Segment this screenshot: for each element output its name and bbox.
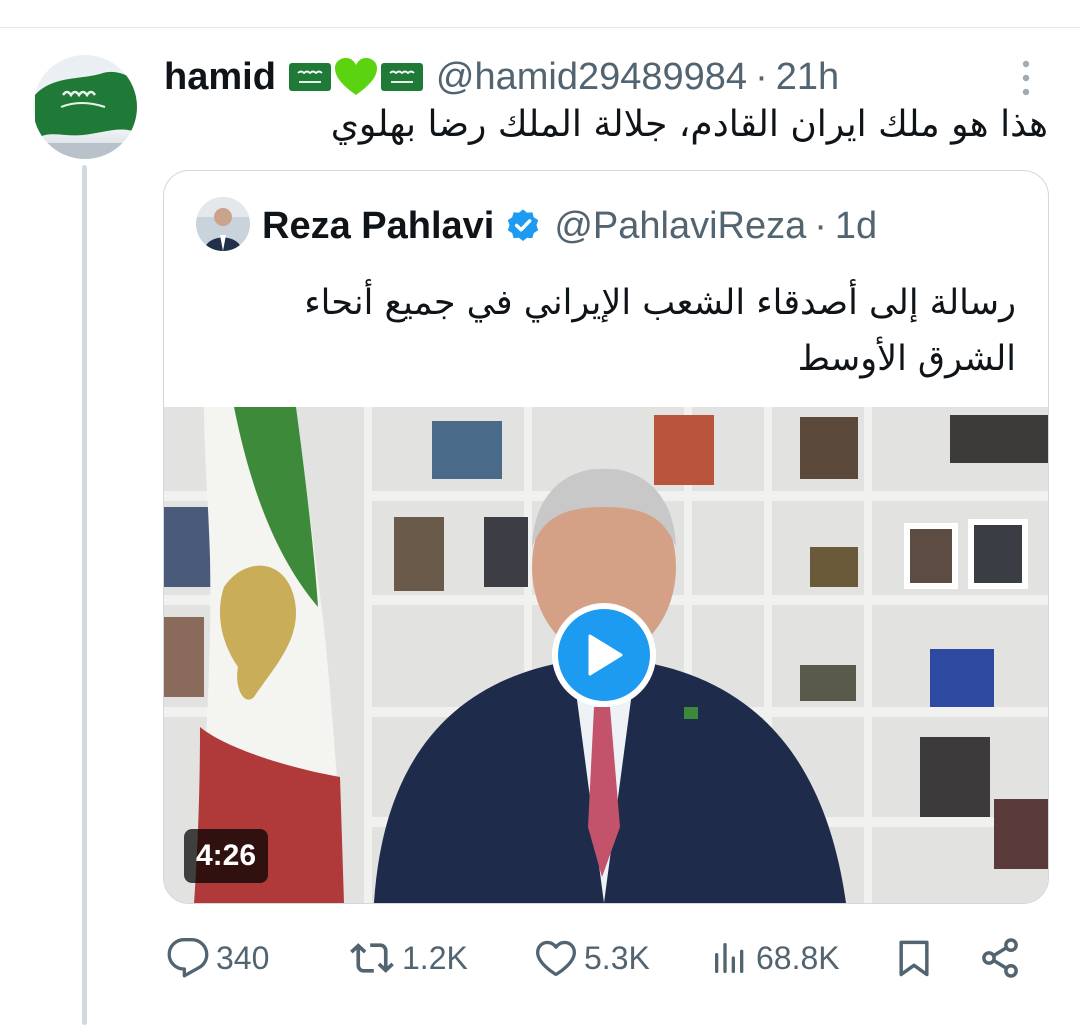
quoted-author-avatar[interactable]	[196, 197, 250, 251]
quoted-handle[interactable]: @PahlaviReza	[554, 205, 806, 248]
verified-badge-icon[interactable]	[504, 207, 542, 245]
quoted-author-photo	[196, 197, 250, 251]
saudi-flag-icon	[288, 63, 331, 91]
repost-button[interactable]: 1.2K	[348, 930, 468, 986]
views-icon	[715, 943, 744, 973]
saudi-flag-icon	[380, 63, 423, 91]
reply-button[interactable]: 340	[166, 930, 269, 986]
bookmark-icon	[899, 940, 929, 977]
top-divider	[0, 27, 1080, 28]
heart-icon	[536, 940, 576, 976]
author-handle[interactable]: @hamid29489984	[436, 56, 747, 99]
saudi-flag-avatar-image	[33, 71, 137, 159]
like-button[interactable]: 5.3K	[534, 930, 650, 986]
quoted-separator-dot: ·	[814, 204, 827, 247]
comment-icon	[167, 938, 209, 978]
tweet-timestamp[interactable]: 21h	[776, 56, 839, 99]
thread-line	[82, 165, 87, 1025]
author-avatar[interactable]	[33, 55, 137, 159]
reply-count: 340	[216, 939, 270, 976]
quoted-tweet-text: رسالة إلى أصدقاء الشعب الإيراني في جميع …	[304, 283, 1016, 379]
like-count: 5.3K	[584, 939, 650, 976]
views-button[interactable]: 68.8K	[710, 930, 840, 986]
separator-dot: ·	[755, 55, 768, 98]
quoted-display-name[interactable]: Reza Pahlavi	[262, 205, 494, 248]
tweet-text: هذا هو ملك ايران القادم، جلالة الملك رضا…	[330, 104, 1048, 145]
bookmark-button[interactable]	[892, 930, 936, 986]
quoted-timestamp[interactable]: 1d	[835, 205, 877, 248]
view-count: 68.8K	[756, 939, 840, 976]
author-display-name[interactable]: hamid	[164, 56, 276, 99]
play-icon	[588, 634, 623, 676]
green-heart-icon	[334, 58, 377, 95]
repost-icon	[350, 943, 394, 973]
video-player[interactable]: 4:26	[164, 407, 1048, 903]
name-emojis	[288, 57, 424, 97]
quoted-tweet-card[interactable]: Reza Pahlavi @PahlaviReza · 1d رسالة إلى…	[163, 170, 1049, 904]
share-icon	[982, 938, 1018, 978]
more-options-icon[interactable]	[1016, 58, 1036, 98]
repost-count: 1.2K	[402, 939, 468, 976]
tweet-header: hamid @hamid29489984 · 21h	[164, 52, 839, 102]
video-duration: 4:26	[184, 829, 269, 883]
tweet-action-bar: 340 1.2K 5.3K 68.8K	[166, 930, 1030, 986]
quoted-tweet-header: Reza Pahlavi @PahlaviReza · 1d	[262, 201, 877, 251]
share-button[interactable]	[978, 930, 1022, 986]
play-button[interactable]	[552, 603, 656, 707]
